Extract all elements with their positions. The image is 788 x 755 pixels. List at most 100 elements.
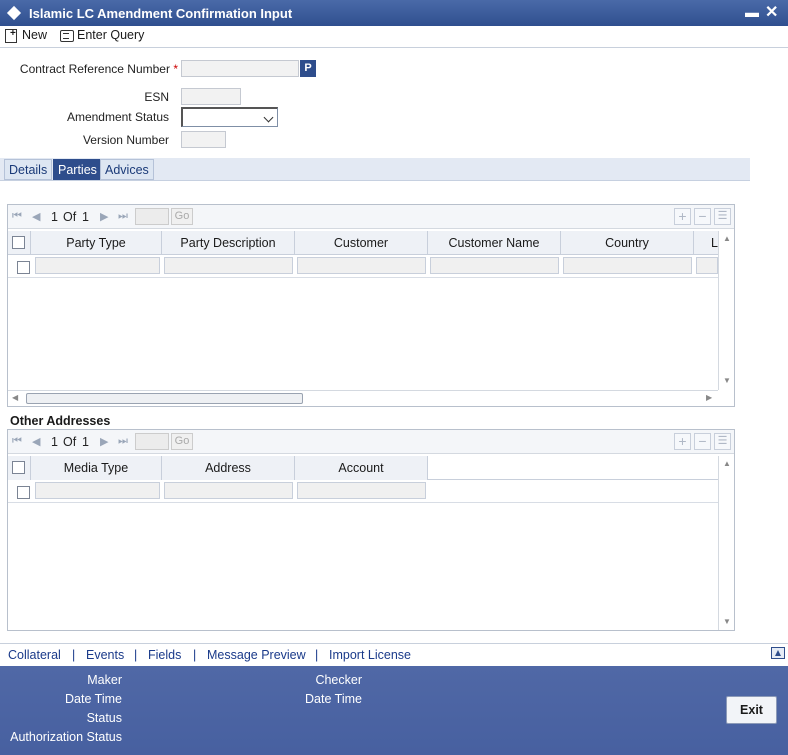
amendment-status-label: Amendment Status: [66, 110, 169, 124]
col-customer[interactable]: Customer: [295, 231, 428, 255]
col-customer-name[interactable]: Customer Name: [428, 231, 561, 255]
scroll-up-icon[interactable]: ▲: [723, 459, 731, 468]
previous-page-icon[interactable]: ◀: [32, 210, 40, 223]
link-bar: Collateral | Events | Fields | Message P…: [0, 643, 788, 666]
first-page-icon[interactable]: ⏮: [12, 435, 22, 448]
new-button[interactable]: New: [4, 28, 48, 43]
account-cell[interactable]: [297, 482, 426, 499]
row-checkbox[interactable]: [17, 261, 30, 274]
first-page-icon[interactable]: ⏮: [12, 210, 22, 223]
tab-bar: Details Parties Advices: [0, 158, 750, 181]
app-diamond-icon: [6, 5, 22, 21]
other-addresses-title: Other Addresses: [10, 414, 111, 428]
parties-grid-header: Party Type Party Description Customer Cu…: [8, 231, 718, 255]
address-cell[interactable]: [164, 482, 293, 499]
parties-pager: ⏮ ◀ 1 Of 1 ▶ ⏭ Go + − ☰: [8, 205, 734, 229]
enter-query-button[interactable]: Enter Query: [59, 28, 144, 42]
link-separator: |: [315, 648, 319, 662]
last-page-icon[interactable]: ⏭: [118, 210, 128, 223]
required-mark: *: [173, 62, 178, 76]
goto-page-input[interactable]: [135, 208, 169, 225]
new-document-icon: [4, 28, 18, 43]
goto-page-input[interactable]: [135, 433, 169, 450]
of-label: Of: [63, 435, 77, 449]
window-title: Islamic LC Amendment Confirmation Input: [29, 6, 293, 21]
other-addresses-pager: ⏮ ◀ 1 Of 1 ▶ ⏭ Go + − ☰: [8, 430, 734, 454]
events-link[interactable]: Events: [86, 648, 124, 662]
total-pages: 1: [82, 435, 89, 449]
current-page: 1: [51, 435, 58, 449]
other-addresses-panel: ⏮ ◀ 1 Of 1 ▶ ⏭ Go + − ☰ Media Type Addre…: [7, 429, 735, 631]
audit-footer: Maker Date Time Status Authorization Sta…: [0, 666, 788, 755]
scroll-down-icon[interactable]: ▼: [723, 376, 731, 385]
media-type-cell[interactable]: [35, 482, 160, 499]
truncated-cell[interactable]: [696, 257, 718, 274]
enter-query-icon: [59, 28, 74, 42]
col-account[interactable]: Account: [295, 456, 428, 480]
country-cell[interactable]: [563, 257, 692, 274]
parties-vertical-scrollbar[interactable]: ▲ ▼: [718, 231, 734, 390]
parties-horizontal-scrollbar[interactable]: ◀ ▶: [8, 390, 718, 406]
col-address[interactable]: Address: [162, 456, 295, 480]
new-button-label: New: [22, 28, 48, 42]
next-page-icon[interactable]: ▶: [100, 435, 108, 448]
contract-ref-input[interactable]: [181, 60, 299, 77]
esn-input[interactable]: [181, 88, 241, 105]
tab-details[interactable]: Details: [4, 159, 53, 180]
scroll-left-icon[interactable]: ◀: [12, 393, 18, 402]
collateral-link[interactable]: Collateral: [8, 648, 61, 662]
scroll-down-icon[interactable]: ▼: [723, 617, 731, 626]
party-description-cell[interactable]: [164, 257, 293, 274]
scroll-up-icon[interactable]: ▲: [723, 234, 731, 243]
enter-query-label: Enter Query: [77, 28, 145, 42]
scroll-right-icon[interactable]: ▶: [706, 393, 712, 402]
go-button[interactable]: Go: [171, 208, 193, 225]
checker-date-time-label: Date Time: [305, 692, 362, 706]
of-label: Of: [63, 210, 77, 224]
next-page-icon[interactable]: ▶: [100, 210, 108, 223]
tab-advices[interactable]: Advices: [100, 159, 154, 180]
close-icon[interactable]: ✕: [765, 2, 778, 22]
version-number-input[interactable]: [181, 131, 226, 148]
checker-label: Checker: [315, 673, 362, 687]
row-divider: [8, 502, 718, 503]
authorization-status-label: Authorization Status: [10, 730, 122, 744]
last-page-icon[interactable]: ⏭: [118, 435, 128, 448]
col-country[interactable]: Country: [561, 231, 694, 255]
other-addresses-vertical-scrollbar[interactable]: ▲ ▼: [718, 456, 734, 630]
collapse-up-icon[interactable]: [771, 647, 785, 659]
col-party-description[interactable]: Party Description: [162, 231, 295, 255]
minimize-icon[interactable]: ▬: [745, 4, 759, 20]
col-media-type[interactable]: Media Type: [30, 456, 162, 480]
customer-name-cell[interactable]: [430, 257, 559, 274]
add-row-icon[interactable]: +: [674, 208, 691, 225]
amendment-status-select[interactable]: [181, 107, 278, 127]
horizontal-scroll-thumb[interactable]: [26, 393, 303, 404]
delete-row-icon[interactable]: −: [694, 208, 711, 225]
previous-page-icon[interactable]: ◀: [32, 435, 40, 448]
exit-button[interactable]: Exit: [726, 696, 777, 724]
select-all-checkbox[interactable]: [12, 461, 25, 474]
contract-ref-lov-button[interactable]: P: [300, 60, 316, 77]
select-all-checkbox[interactable]: [12, 236, 25, 249]
row-checkbox[interactable]: [17, 486, 30, 499]
view-row-icon[interactable]: ☰: [714, 433, 731, 450]
contract-ref-label-wrap: Contract Reference Number *: [0, 62, 178, 76]
party-type-cell[interactable]: [35, 257, 160, 274]
col-party-type[interactable]: Party Type: [30, 231, 162, 255]
window-titlebar: Islamic LC Amendment Confirmation Input …: [0, 0, 788, 26]
add-row-icon[interactable]: +: [674, 433, 691, 450]
customer-cell[interactable]: [297, 257, 426, 274]
tab-parties[interactable]: Parties: [53, 159, 102, 180]
fields-link[interactable]: Fields: [148, 648, 181, 662]
col-truncated[interactable]: L: [694, 231, 718, 255]
view-row-icon[interactable]: ☰: [714, 208, 731, 225]
go-button[interactable]: Go: [171, 433, 193, 450]
import-license-link[interactable]: Import License: [329, 648, 411, 662]
parties-grid-panel: ⏮ ◀ 1 Of 1 ▶ ⏭ Go + − ☰ Party Type Party…: [7, 204, 735, 407]
delete-row-icon[interactable]: −: [694, 433, 711, 450]
message-preview-link[interactable]: Message Preview: [207, 648, 306, 662]
current-page: 1: [51, 210, 58, 224]
link-separator: |: [134, 648, 138, 662]
link-separator: |: [193, 648, 197, 662]
